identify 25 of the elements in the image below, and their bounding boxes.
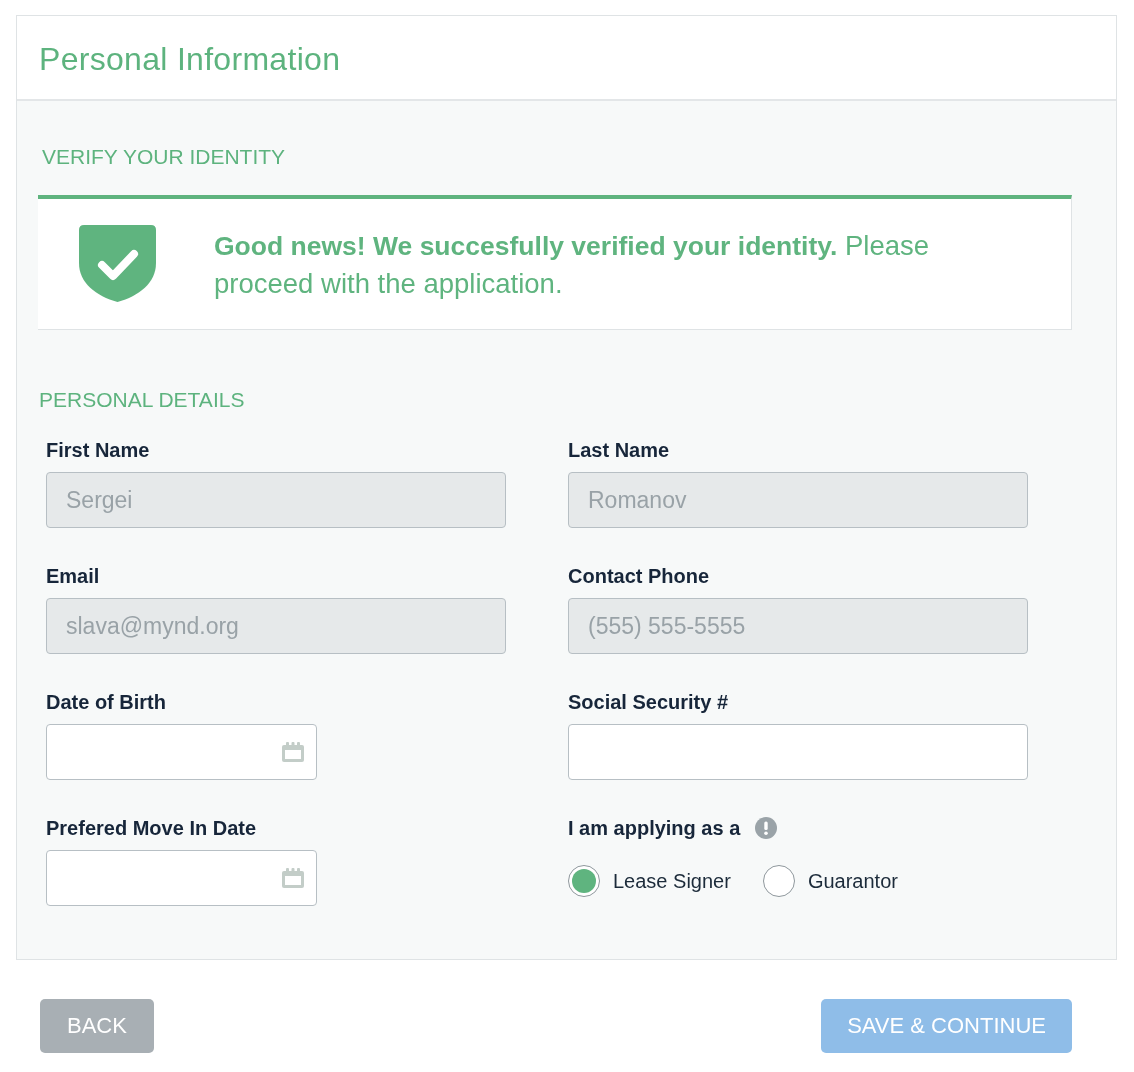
field-label: Prefered Move In Date <box>46 817 257 839</box>
calendar-icon[interactable] <box>282 742 304 762</box>
field-label: Social Security # <box>568 691 729 713</box>
text-field[interactable] <box>568 724 1028 780</box>
radio-label[interactable]: Lease Signer <box>613 869 731 893</box>
section-heading: VERIFY YOUR IDENTITY <box>42 145 287 169</box>
field-label: I am applying as a <box>568 817 741 839</box>
field-label: Last Name <box>568 439 670 461</box>
back-button[interactable]: BACK <box>40 999 154 1053</box>
date-field[interactable] <box>46 724 317 780</box>
save-continue-button[interactable]: SAVE & CONTINUE <box>821 999 1072 1053</box>
verification-message: Good news! We succesfully verified your identity. Please proceed with the application. <box>214 229 931 301</box>
shield-check-icon <box>79 225 156 302</box>
field-label: Email <box>46 565 100 587</box>
radio-button[interactable] <box>568 865 600 897</box>
calendar-icon[interactable] <box>282 868 304 888</box>
field-label: Contact Phone <box>568 565 710 587</box>
exclamation-circle-icon[interactable] <box>755 817 778 839</box>
radio-button[interactable] <box>762 865 795 897</box>
field-label: First Name <box>46 439 150 461</box>
page-title: Personal Information <box>39 41 341 78</box>
radio-label[interactable]: Guarantor <box>807 869 898 893</box>
section-heading: PERSONAL DETAILS <box>39 388 246 412</box>
date-field[interactable] <box>46 850 317 906</box>
field-label: Date of Birth <box>46 691 166 713</box>
